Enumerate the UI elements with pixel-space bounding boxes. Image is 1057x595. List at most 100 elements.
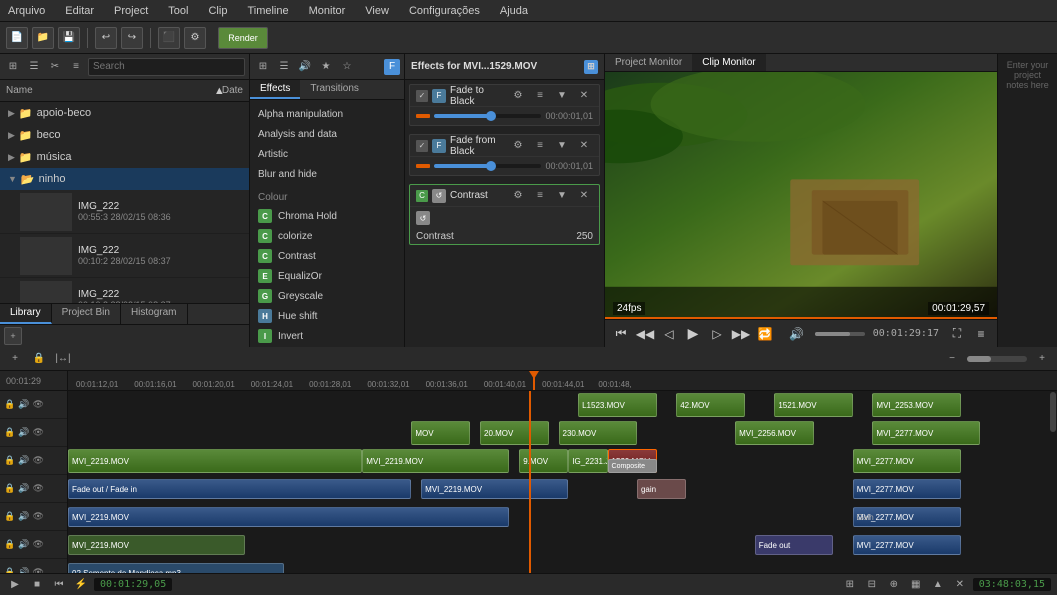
clip-20mov[interactable]: 20.MOV [480,421,549,445]
file-item[interactable]: IMG_222 00:10:2 28/02/15 08:37 [0,278,249,303]
audio-2219-a2[interactable]: MVI_2219.MOV [68,507,509,527]
lock-icon[interactable]: 🔒 [4,483,15,494]
clip-mov1[interactable]: MOV [411,421,470,445]
effect-expand-icon[interactable]: ≡ [531,187,549,205]
file-item[interactable]: IMG_222 00:55:3 28/02/15 08:36 [0,190,249,234]
tl-zoom-out-button[interactable]: − [943,350,961,368]
tl-playback-btn[interactable]: ⏮ [50,576,68,594]
tl-play-button[interactable]: ▶ [6,576,24,594]
tl-insert-btn[interactable]: ⊕ [885,576,903,594]
audio-gain[interactable]: gain [637,479,686,499]
menu-arquivo[interactable]: Arquivo [4,3,49,19]
tab-library[interactable]: Library [0,304,52,324]
track-a4[interactable]: 02 Semente de Mandioca.mp3 [68,559,1049,573]
mute-icon[interactable]: 🔊 [18,399,29,410]
track-v2[interactable]: MOV 20.MOV 230.MOV MVI_2256.MOV MVI_2277… [68,419,1049,447]
volume-button[interactable]: 🔊 [787,324,807,344]
effect-slider[interactable] [434,164,541,168]
settings-button[interactable]: ⚙ [184,27,206,49]
redo-button[interactable]: ↪ [121,27,143,49]
tl-zoom-in-button[interactable]: + [1033,350,1051,368]
clip-2219-main[interactable]: MVI_2219.MOV [68,449,362,473]
file-item[interactable]: IMG_222 00:10:2 28/02/15 08:37 [0,234,249,278]
menu-timeline[interactable]: Timeline [243,3,292,19]
audio-2219-a3[interactable]: MVI_2219.MOV [68,535,245,555]
composite-marker[interactable]: Composite [608,459,657,473]
undo-button[interactable]: ↩ [95,27,117,49]
tl-speed-btn[interactable]: ⚡ [72,576,90,594]
more-controls-button[interactable]: ≡ [971,324,991,344]
star-icon[interactable]: ★ [317,58,335,76]
audio-fade-out[interactable]: Fade out [755,535,833,555]
vis-icon[interactable]: 👁 [32,427,43,438]
audio-semente[interactable]: 02 Semente de Mandioca.mp3 [68,563,284,573]
effect-invert[interactable]: I Invert [250,326,404,346]
mute-icon[interactable]: 🔊 [18,455,29,466]
audio-2277-a1[interactable]: MVI_2277.MOV [853,479,961,499]
audio-2219-a1-2[interactable]: MVI_2219.MOV [421,479,568,499]
more-icon[interactable]: ≡ [67,58,85,76]
volume-slider[interactable] [815,332,865,336]
mute-icon[interactable]: 🔊 [18,511,29,522]
tl-lift-btn[interactable]: ▲ [929,576,947,594]
vis-icon[interactable]: 👁 [32,539,43,550]
clip-icon[interactable]: ✂ [46,58,64,76]
tl-extract-btn[interactable]: ⊟ [863,576,881,594]
tl-snap-button[interactable]: |↔| [54,350,72,368]
lock-icon[interactable]: 🔒 [4,511,15,522]
effect-contrast[interactable]: C Contrast [250,246,404,266]
sort-icon[interactable]: ▲ [214,85,222,97]
effect-enable-toggle[interactable]: ✓ [416,90,428,102]
effect-greyscale[interactable]: G Greyscale [250,286,404,306]
vis-icon[interactable]: 👁 [32,511,43,522]
audio-2219-a1[interactable]: Fade out / Fade in [68,479,411,499]
clip-2253[interactable]: MVI_2253.MOV [872,393,960,417]
next-button[interactable]: ▷ [707,324,727,344]
volume-icon[interactable]: 🔊 [296,58,314,76]
clip-2219-2[interactable]: MVI_2219.MOV [362,449,509,473]
clip-2277-v1[interactable]: MVI_2277.MOV [853,449,961,473]
menu-configuracoes[interactable]: Configurações [405,3,484,19]
tl-scrollbar[interactable] [1049,391,1057,573]
timeline-ruler[interactable]: 00:01:12,01 00:01:16,01 00:01:20,01 00:0… [68,371,1057,390]
clip-2277[interactable]: MVI_2277.MOV [872,421,980,445]
track-a3[interactable]: MVI_2219.MOV Fade out MVI_2277.MOV [68,531,1049,559]
effect-enable-toggle[interactable]: C [416,190,428,202]
effect-chevron-icon[interactable]: ▼ [553,137,571,155]
vis-icon[interactable]: 👁 [32,399,43,410]
tab-transitions[interactable]: Transitions [300,80,369,99]
clip-230mov[interactable]: 230.MOV [559,421,637,445]
prev-frame-button[interactable]: ◀◀ [635,324,655,344]
effect-chevron-icon[interactable]: ▼ [553,87,571,105]
tl-del-btn[interactable]: ✕ [951,576,969,594]
vis-icon[interactable]: 👁 [32,483,43,494]
folder-musica[interactable]: ▶ 📁 música [0,146,249,168]
effect-chroma[interactable]: C Chroma Hold [250,206,404,226]
tl-overwrite-btn[interactable]: ▦ [907,576,925,594]
play-button[interactable]: ▶ [683,324,703,344]
grid-view-icon[interactable]: ⊞ [254,58,272,76]
star2-icon[interactable]: ☆ [338,58,356,76]
contrast-refresh-icon[interactable]: ↺ [416,211,430,225]
prev-button[interactable]: ◁ [659,324,679,344]
list-view-icon[interactable]: ☰ [275,58,293,76]
effect-chevron-icon[interactable]: ▼ [553,187,571,205]
menu-ajuda[interactable]: Ajuda [496,3,532,19]
add-clip-button[interactable]: + [4,327,22,345]
capture-button[interactable]: ⬛ [158,27,180,49]
folder-ninho[interactable]: ▼ 📂 ninho [0,168,249,190]
effect-close-icon[interactable]: ✕ [575,137,593,155]
folder-apoio-beco[interactable]: ▶ 📁 apoio-beco [0,102,249,124]
effect-settings-icon[interactable]: ⚙ [509,137,527,155]
tab-histogram[interactable]: Histogram [121,304,188,324]
folder-beco[interactable]: ▶ 📁 beco [0,124,249,146]
clip-42[interactable]: 42.MOV [676,393,745,417]
tl-add-track-button[interactable]: + [6,350,24,368]
effect-close-icon[interactable]: ✕ [575,87,593,105]
view-icon[interactable]: ⊞ [4,58,22,76]
mute-icon[interactable]: 🔊 [18,483,29,494]
tl-lock-button[interactable]: 🔒 [30,350,48,368]
effect-settings-icon[interactable]: ⚙ [509,187,527,205]
lock-icon[interactable]: 🔒 [4,539,15,550]
loop-button[interactable]: 🔁 [755,324,775,344]
